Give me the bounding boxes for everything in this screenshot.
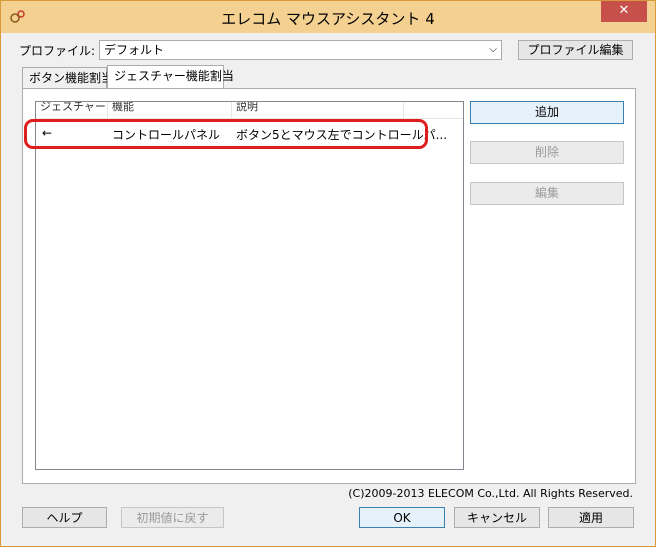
copyright-text: (C)2009-2013 ELECOM Co.,Ltd. All Rights … — [348, 487, 633, 500]
column-header-description[interactable]: 説明 — [232, 102, 404, 118]
profile-selected-value: デフォルト — [104, 43, 165, 57]
delete-button[interactable]: 削除 — [470, 141, 624, 164]
chevron-down-icon: ⌵ — [489, 44, 497, 55]
title-bar[interactable]: エレコム マウスアシスタント 4 ✕ — [1, 1, 655, 33]
profile-label: プロファイル: — [19, 44, 96, 58]
close-button[interactable]: ✕ — [601, 1, 647, 22]
add-button[interactable]: 追加 — [470, 101, 624, 124]
gesture-list[interactable]: ジェスチャー 機能 説明 ← コントロールパネル ボタン5とマウス左でコントロー… — [35, 101, 464, 470]
profile-select[interactable]: デフォルト ⌵ — [99, 40, 502, 60]
list-header: ジェスチャー 機能 説明 — [36, 102, 463, 119]
tab-gesture-assign[interactable]: ジェスチャー機能割当 — [107, 65, 234, 88]
edit-button[interactable]: 編集 — [470, 182, 624, 205]
close-icon: ✕ — [618, 3, 630, 18]
profile-edit-button[interactable]: プロファイル編集 — [518, 40, 633, 60]
column-header-function[interactable]: 機能 — [108, 102, 232, 118]
apply-button[interactable]: 適用 — [548, 507, 634, 528]
help-button[interactable]: ヘルプ — [22, 507, 107, 528]
tab-button-assign[interactable]: ボタン機能割当 — [22, 67, 113, 88]
column-header-gesture[interactable]: ジェスチャー — [36, 102, 108, 118]
cancel-button[interactable]: キャンセル — [454, 507, 540, 528]
ok-button[interactable]: OK — [359, 507, 445, 528]
reset-defaults-button[interactable]: 初期値に戻す — [121, 507, 224, 528]
dialog-window: エレコム マウスアシスタント 4 ✕ プロファイル: デフォルト ⌵ プロファイ… — [0, 0, 656, 547]
window-title: エレコム マウスアシスタント 4 — [221, 10, 435, 28]
annotation-highlight — [24, 119, 428, 149]
